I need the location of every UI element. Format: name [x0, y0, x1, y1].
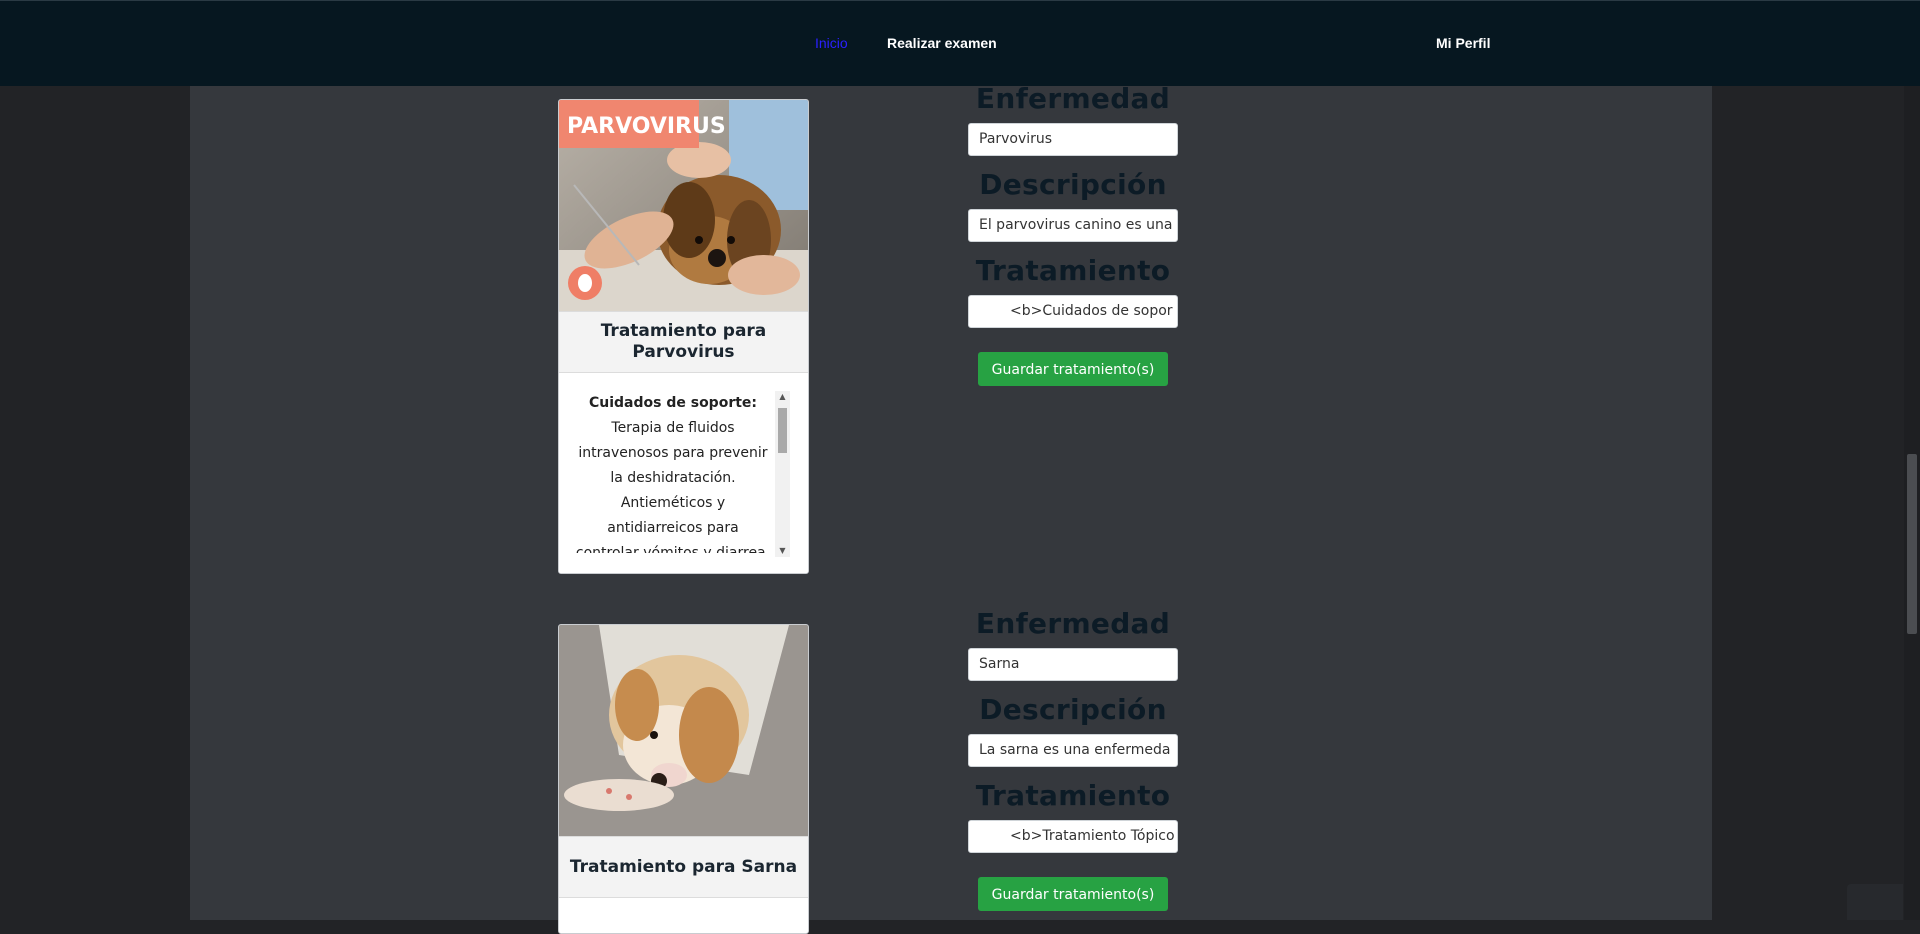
nav-link-inicio[interactable]: Inicio: [815, 35, 848, 51]
nav-link-mi-perfil[interactable]: Mi Perfil: [1436, 35, 1490, 51]
tratamiento-input[interactable]: <b>Cuidados de sopor: [968, 295, 1178, 328]
label-tratamiento: Tratamiento: [975, 779, 1171, 812]
page-scrollbar[interactable]: [1904, 86, 1920, 920]
label-enfermedad: Enfermedad: [975, 82, 1171, 115]
page-scroll-thumb[interactable]: [1907, 454, 1917, 634]
parvovirus-image: PARVOVIRUS: [559, 100, 808, 311]
label-descripcion: Descripción: [979, 693, 1167, 726]
card-scroll-thumb[interactable]: [778, 408, 787, 453]
enfermedad-input[interactable]: Parvovirus: [968, 123, 1178, 156]
card-body: Cuidados de soporte: Terapia de fluidos …: [559, 373, 808, 573]
card-scrollbar[interactable]: ▲ ▼: [775, 391, 790, 557]
card-title: Tratamiento para Sarna: [559, 836, 808, 898]
treatment-card-parvovirus: PARVOVIRUS Tratamiento para Parvovirus C…: [558, 99, 809, 574]
top-navbar: Inicio Realizar examen Mi Perfil: [0, 0, 1920, 86]
treatment-text: Terapia de fluidos intravenosos para pre…: [575, 420, 771, 553]
image-banner-text: PARVOVIRUS: [567, 114, 726, 139]
treatment-card-sarna: Tratamiento para Sarna: [558, 624, 809, 934]
sarna-image: [559, 625, 808, 836]
card-title: Tratamiento para Parvovirus: [559, 311, 808, 373]
treatment-heading: Cuidados de soporte:: [588, 395, 758, 411]
corner-widget: [1847, 884, 1903, 920]
save-treatment-button[interactable]: Guardar tratamiento(s): [978, 877, 1168, 911]
scroll-up-arrow-icon[interactable]: ▲: [775, 391, 790, 403]
parvovirus-photo: PARVOVIRUS: [559, 100, 808, 311]
scroll-down-arrow-icon[interactable]: ▼: [775, 545, 790, 557]
nav-link-realizar-examen[interactable]: Realizar examen: [887, 35, 997, 51]
label-tratamiento: Tratamiento: [975, 254, 1171, 287]
treatment-scroll-text[interactable]: Cuidados de soporte: Terapia de fluidos …: [575, 391, 771, 553]
sarna-photo: [559, 625, 808, 836]
label-descripcion: Descripción: [979, 168, 1167, 201]
enfermedad-input[interactable]: Sarna: [968, 648, 1178, 681]
descripcion-input[interactable]: El parvovirus canino es una: [968, 209, 1178, 242]
tratamiento-input[interactable]: <b>Tratamiento Tópico: [968, 820, 1178, 853]
label-enfermedad: Enfermedad: [975, 607, 1171, 640]
save-treatment-button[interactable]: Guardar tratamiento(s): [978, 352, 1168, 386]
descripcion-input[interactable]: La sarna es una enfermeda: [968, 734, 1178, 767]
